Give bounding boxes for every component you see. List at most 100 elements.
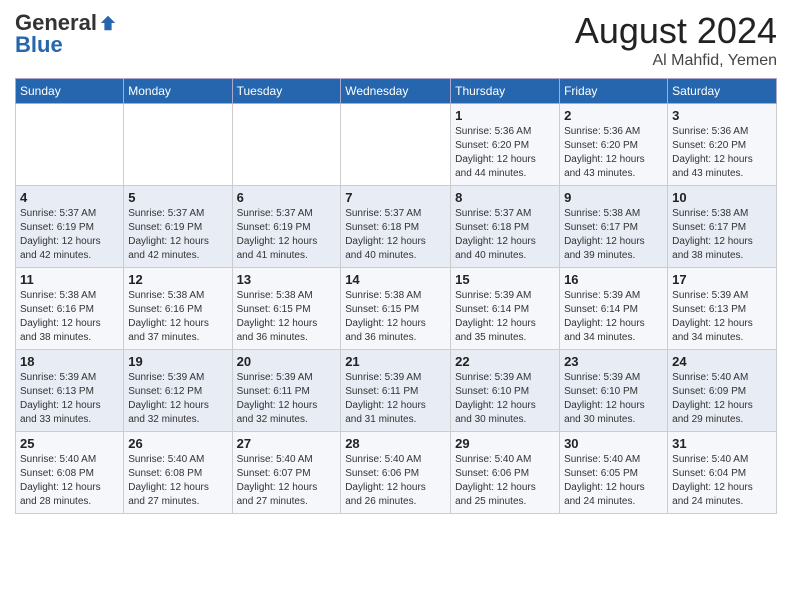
day-info: Sunrise: 5:40 AM Sunset: 6:08 PM Dayligh… bbox=[20, 453, 119, 509]
day-info: Sunrise: 5:40 AM Sunset: 6:04 PM Dayligh… bbox=[672, 453, 772, 509]
day-info: Sunrise: 5:40 AM Sunset: 6:09 PM Dayligh… bbox=[672, 371, 772, 427]
empty-cell bbox=[16, 104, 124, 186]
weekday-header-monday: Monday bbox=[124, 79, 232, 104]
day-info: Sunrise: 5:37 AM Sunset: 6:19 PM Dayligh… bbox=[20, 207, 119, 263]
day-number: 19 bbox=[128, 354, 227, 369]
day-cell-3: 3 Sunrise: 5:36 AM Sunset: 6:20 PM Daylig… bbox=[668, 104, 777, 186]
day-cell-24: 24 Sunrise: 5:40 AM Sunset: 6:09 PM Dayli… bbox=[668, 350, 777, 432]
weekday-header-saturday: Saturday bbox=[668, 79, 777, 104]
day-cell-9: 9Sunrise: 5:38 AM Sunset: 6:17 PM Daylig… bbox=[560, 186, 668, 268]
weekday-header-friday: Friday bbox=[560, 79, 668, 104]
day-number: 15 bbox=[455, 272, 555, 287]
logo-icon bbox=[99, 14, 117, 32]
week-row-1: 1 Sunrise: 5:36 AM Sunset: 6:20 PM Daylig… bbox=[16, 104, 777, 186]
day-cell-31: 31Sunrise: 5:40 AM Sunset: 6:04 PM Dayli… bbox=[668, 432, 777, 514]
day-number: 29 bbox=[455, 436, 555, 451]
day-info: Sunrise: 5:37 AM Sunset: 6:19 PM Dayligh… bbox=[128, 207, 227, 263]
day-info: Sunrise: 5:39 AM Sunset: 6:11 PM Dayligh… bbox=[345, 371, 446, 427]
day-info: Sunrise: 5:36 AM Sunset: 6:20 PM Dayligh… bbox=[455, 125, 555, 181]
day-cell-22: 22 Sunrise: 5:39 AM Sunset: 6:10 PM Dayli… bbox=[451, 350, 560, 432]
calendar-table: SundayMondayTuesdayWednesdayThursdayFrid… bbox=[15, 78, 777, 514]
week-row-3: 11Sunrise: 5:38 AM Sunset: 6:16 PM Dayli… bbox=[16, 268, 777, 350]
day-cell-13: 13 Sunrise: 5:38 AM Sunset: 6:15 PM Dayli… bbox=[232, 268, 341, 350]
day-number: 9 bbox=[564, 190, 663, 205]
day-cell-28: 28Sunrise: 5:40 AM Sunset: 6:06 PM Dayli… bbox=[341, 432, 451, 514]
day-cell-8: 8 Sunrise: 5:37 AM Sunset: 6:18 PM Daylig… bbox=[451, 186, 560, 268]
day-info: Sunrise: 5:37 AM Sunset: 6:18 PM Dayligh… bbox=[455, 207, 555, 263]
day-number: 17 bbox=[672, 272, 772, 287]
day-cell-14: 14Sunrise: 5:38 AM Sunset: 6:15 PM Dayli… bbox=[341, 268, 451, 350]
month-year: August 2024 bbox=[575, 10, 777, 52]
day-number: 22 bbox=[455, 354, 555, 369]
day-info: Sunrise: 5:40 AM Sunset: 6:08 PM Dayligh… bbox=[128, 453, 227, 509]
day-cell-26: 26Sunrise: 5:40 AM Sunset: 6:08 PM Dayli… bbox=[124, 432, 232, 514]
page-header: General Blue August 2024 Al Mahfid, Yeme… bbox=[15, 10, 777, 70]
day-info: Sunrise: 5:36 AM Sunset: 6:20 PM Dayligh… bbox=[672, 125, 772, 181]
day-info: Sunrise: 5:39 AM Sunset: 6:11 PM Dayligh… bbox=[237, 371, 337, 427]
day-number: 16 bbox=[564, 272, 663, 287]
day-number: 30 bbox=[564, 436, 663, 451]
day-info: Sunrise: 5:37 AM Sunset: 6:19 PM Dayligh… bbox=[237, 207, 337, 263]
day-number: 6 bbox=[237, 190, 337, 205]
day-cell-7: 7Sunrise: 5:37 AM Sunset: 6:18 PM Daylig… bbox=[341, 186, 451, 268]
day-cell-11: 11Sunrise: 5:38 AM Sunset: 6:16 PM Dayli… bbox=[16, 268, 124, 350]
day-cell-4: 4 Sunrise: 5:37 AM Sunset: 6:19 PM Daylig… bbox=[16, 186, 124, 268]
day-cell-15: 15 Sunrise: 5:39 AM Sunset: 6:14 PM Dayli… bbox=[451, 268, 560, 350]
day-cell-29: 29 Sunrise: 5:40 AM Sunset: 6:06 PM Dayli… bbox=[451, 432, 560, 514]
day-info: Sunrise: 5:40 AM Sunset: 6:06 PM Dayligh… bbox=[455, 453, 555, 509]
day-number: 1 bbox=[455, 108, 555, 123]
day-number: 24 bbox=[672, 354, 772, 369]
day-number: 21 bbox=[345, 354, 446, 369]
day-cell-6: 6 Sunrise: 5:37 AM Sunset: 6:19 PM Daylig… bbox=[232, 186, 341, 268]
day-number: 25 bbox=[20, 436, 119, 451]
day-info: Sunrise: 5:38 AM Sunset: 6:17 PM Dayligh… bbox=[672, 207, 772, 263]
title-block: August 2024 Al Mahfid, Yemen bbox=[575, 10, 777, 70]
day-cell-5: 5 Sunrise: 5:37 AM Sunset: 6:19 PM Daylig… bbox=[124, 186, 232, 268]
empty-cell bbox=[232, 104, 341, 186]
day-cell-25: 25 Sunrise: 5:40 AM Sunset: 6:08 PM Dayli… bbox=[16, 432, 124, 514]
day-number: 20 bbox=[237, 354, 337, 369]
day-info: Sunrise: 5:38 AM Sunset: 6:16 PM Dayligh… bbox=[128, 289, 227, 345]
logo: General Blue bbox=[15, 10, 117, 58]
day-info: Sunrise: 5:39 AM Sunset: 6:14 PM Dayligh… bbox=[564, 289, 663, 345]
location: Al Mahfid, Yemen bbox=[575, 52, 777, 70]
day-cell-23: 23 Sunrise: 5:39 AM Sunset: 6:10 PM Dayli… bbox=[560, 350, 668, 432]
week-row-2: 4 Sunrise: 5:37 AM Sunset: 6:19 PM Daylig… bbox=[16, 186, 777, 268]
day-info: Sunrise: 5:38 AM Sunset: 6:15 PM Dayligh… bbox=[237, 289, 337, 345]
day-number: 4 bbox=[20, 190, 119, 205]
weekday-header-sunday: Sunday bbox=[16, 79, 124, 104]
day-cell-2: 2 Sunrise: 5:36 AM Sunset: 6:20 PM Daylig… bbox=[560, 104, 668, 186]
day-info: Sunrise: 5:39 AM Sunset: 6:14 PM Dayligh… bbox=[455, 289, 555, 345]
day-info: Sunrise: 5:36 AM Sunset: 6:20 PM Dayligh… bbox=[564, 125, 663, 181]
day-number: 3 bbox=[672, 108, 772, 123]
day-number: 5 bbox=[128, 190, 227, 205]
day-cell-12: 12Sunrise: 5:38 AM Sunset: 6:16 PM Dayli… bbox=[124, 268, 232, 350]
day-info: Sunrise: 5:39 AM Sunset: 6:12 PM Dayligh… bbox=[128, 371, 227, 427]
empty-cell bbox=[341, 104, 451, 186]
weekday-header-thursday: Thursday bbox=[451, 79, 560, 104]
week-row-4: 18Sunrise: 5:39 AM Sunset: 6:13 PM Dayli… bbox=[16, 350, 777, 432]
day-info: Sunrise: 5:38 AM Sunset: 6:16 PM Dayligh… bbox=[20, 289, 119, 345]
day-cell-30: 30 Sunrise: 5:40 AM Sunset: 6:05 PM Dayli… bbox=[560, 432, 668, 514]
day-info: Sunrise: 5:39 AM Sunset: 6:10 PM Dayligh… bbox=[455, 371, 555, 427]
day-number: 23 bbox=[564, 354, 663, 369]
weekday-header-tuesday: Tuesday bbox=[232, 79, 341, 104]
day-number: 10 bbox=[672, 190, 772, 205]
day-number: 8 bbox=[455, 190, 555, 205]
day-cell-19: 19 Sunrise: 5:39 AM Sunset: 6:12 PM Dayli… bbox=[124, 350, 232, 432]
day-info: Sunrise: 5:40 AM Sunset: 6:07 PM Dayligh… bbox=[237, 453, 337, 509]
day-info: Sunrise: 5:38 AM Sunset: 6:15 PM Dayligh… bbox=[345, 289, 446, 345]
day-cell-1: 1 Sunrise: 5:36 AM Sunset: 6:20 PM Daylig… bbox=[451, 104, 560, 186]
day-number: 13 bbox=[237, 272, 337, 287]
day-info: Sunrise: 5:40 AM Sunset: 6:05 PM Dayligh… bbox=[564, 453, 663, 509]
day-number: 2 bbox=[564, 108, 663, 123]
day-info: Sunrise: 5:39 AM Sunset: 6:10 PM Dayligh… bbox=[564, 371, 663, 427]
logo-blue-text: Blue bbox=[15, 32, 63, 58]
day-cell-27: 27Sunrise: 5:40 AM Sunset: 6:07 PM Dayli… bbox=[232, 432, 341, 514]
day-number: 18 bbox=[20, 354, 119, 369]
day-number: 28 bbox=[345, 436, 446, 451]
day-cell-17: 17Sunrise: 5:39 AM Sunset: 6:13 PM Dayli… bbox=[668, 268, 777, 350]
day-cell-16: 16 Sunrise: 5:39 AM Sunset: 6:14 PM Dayli… bbox=[560, 268, 668, 350]
weekday-header-row: SundayMondayTuesdayWednesdayThursdayFrid… bbox=[16, 79, 777, 104]
day-number: 7 bbox=[345, 190, 446, 205]
